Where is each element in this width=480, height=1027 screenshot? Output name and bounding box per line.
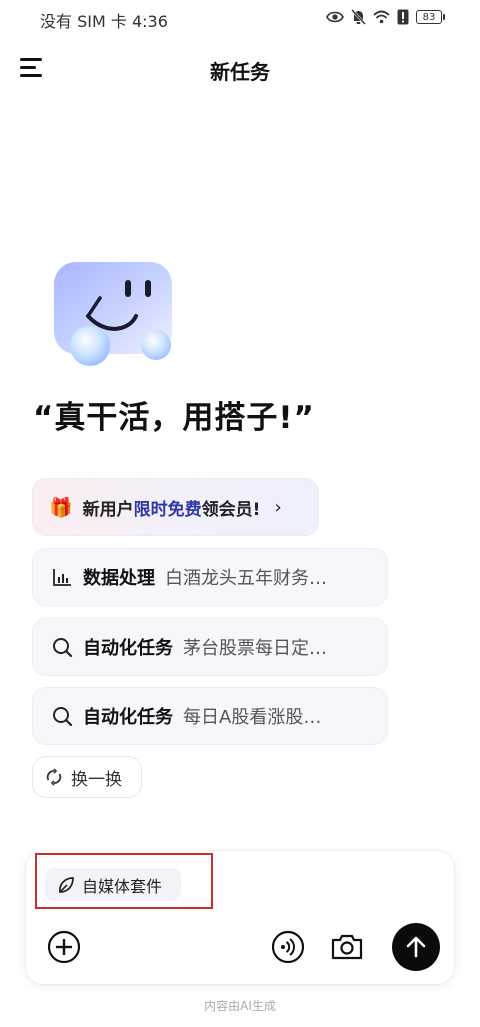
suggestion-category: 数据处理 — [83, 568, 155, 589]
suggestion-card-data-processing[interactable]: 数据处理 白酒龙头五年财务… — [32, 548, 388, 606]
ai-generated-disclaimer: 内容由AI生成 — [204, 999, 276, 1013]
battery-icon: 83 — [416, 10, 445, 24]
camera-icon[interactable] — [329, 930, 365, 964]
refresh-icon — [46, 768, 62, 786]
suggestion-category: 自动化任务 — [83, 638, 173, 659]
promo-prefix: 新用户 — [82, 499, 134, 520]
suggestion-query: 每日A股看涨股… — [183, 707, 322, 728]
wifi-icon — [373, 10, 390, 24]
voice-icon[interactable] — [271, 930, 305, 964]
send-arrow-icon — [406, 936, 426, 958]
promo-text: 新用户限时免费领会员! — [83, 495, 261, 520]
search-icon — [53, 638, 73, 658]
promo-suffix: 领会员! — [201, 499, 261, 520]
alert-icon — [397, 9, 409, 25]
eye-icon — [326, 11, 344, 23]
refresh-suggestions-button[interactable]: 换一换 — [32, 756, 142, 798]
bell-muted-icon — [351, 9, 366, 25]
tagline: “真干活，用搭子!” — [33, 400, 315, 436]
suggestion-card-automation-2[interactable]: 自动化任务 每日A股看涨股… — [32, 687, 388, 745]
refresh-label: 换一换 — [71, 769, 122, 790]
mascot-illustration — [48, 258, 183, 373]
suggestion-query: 白酒龙头五年财务… — [165, 568, 327, 589]
gift-icon: 🎁 — [49, 496, 73, 519]
suggestion-query: 茅台股票每日定… — [183, 638, 327, 659]
status-bar: 没有 SIM 卡 4:36 83 — [0, 0, 480, 38]
send-button[interactable] — [392, 923, 440, 971]
plus-icon[interactable] — [47, 930, 81, 964]
page-title: 新任务 — [210, 60, 270, 84]
status-icons: 83 — [326, 9, 445, 25]
bar-chart-icon — [53, 569, 71, 586]
chevron-right-icon: › — [274, 496, 282, 518]
carrier-time: 没有 SIM 卡 4:36 — [40, 12, 168, 31]
new-user-promo-button[interactable]: 🎁 新用户限时免费领会员! › — [32, 478, 319, 536]
promo-highlight: 限时免费 — [133, 499, 202, 520]
annotation-highlight-box — [35, 853, 213, 909]
suggestion-category: 自动化任务 — [83, 707, 173, 728]
search-icon — [53, 707, 73, 727]
suggestion-card-automation-1[interactable]: 自动化任务 茅台股票每日定… — [32, 618, 388, 676]
